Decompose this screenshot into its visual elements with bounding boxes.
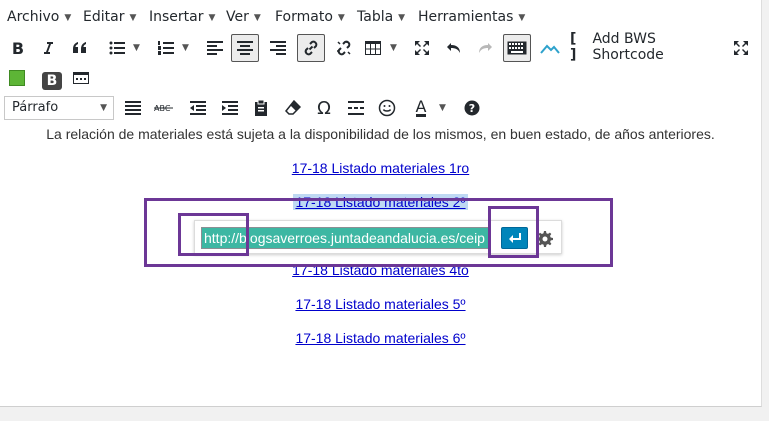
bullet-list-button[interactable] — [103, 34, 131, 62]
chevron-down-icon: ▼ — [337, 13, 345, 23]
unlink-icon — [337, 40, 351, 56]
shortcode-icon: [ ] — [570, 31, 577, 63]
link-listado-5[interactable]: 17-18 Listado materiales 5º — [295, 296, 465, 312]
undo-button[interactable] — [440, 34, 468, 62]
align-right-icon — [270, 41, 286, 55]
fullscreen-icon — [734, 41, 748, 55]
help-button[interactable]: ? — [458, 94, 486, 122]
chevron-down-icon[interactable]: ▼ — [133, 43, 140, 53]
outdent-icon — [190, 101, 206, 115]
numbered-list-icon — [158, 41, 174, 55]
chevron-down-icon: ▼ — [398, 13, 406, 23]
inline-link-toolbar: http://blogsaverroes.juntadeandalucia.es… — [194, 220, 562, 254]
link-options-button[interactable] — [534, 228, 556, 250]
help-icon: ? — [464, 100, 480, 116]
apply-link-button[interactable] — [501, 227, 528, 249]
align-right-button[interactable] — [264, 34, 292, 62]
mountain-icon — [540, 44, 560, 54]
blockquote-button[interactable] — [66, 34, 94, 62]
chevron-down-icon: ▼ — [518, 13, 526, 23]
outdent-button[interactable] — [184, 94, 212, 122]
chevron-down-icon[interactable]: ▼ — [390, 43, 397, 53]
b-badge-button[interactable]: B — [38, 67, 66, 95]
gear-icon — [537, 231, 553, 247]
special-character-button[interactable]: Ω — [310, 94, 338, 122]
chevron-down-icon[interactable]: ▼ — [439, 103, 446, 113]
quote-icon — [73, 42, 86, 53]
link-listado-1[interactable]: 17-18 Listado materiales 1ro — [292, 160, 469, 176]
link-listado-2-selected[interactable]: 17-18 Listado materiales 2º — [293, 194, 468, 210]
italic-button[interactable] — [34, 34, 62, 62]
chevron-down-icon: ▼ — [208, 13, 216, 23]
fullscreen-icon — [415, 41, 429, 55]
align-left-icon — [207, 41, 223, 55]
horizontal-line-button[interactable] — [119, 94, 147, 122]
text-color-button[interactable]: A — [407, 94, 435, 122]
chevron-down-icon: ▼ — [100, 103, 107, 113]
clipboard-icon — [255, 100, 267, 116]
green-square-icon — [9, 70, 25, 86]
link-listado-6[interactable]: 17-18 Listado materiales 6º — [295, 330, 465, 346]
enter-arrow-icon — [508, 233, 521, 243]
read-more-icon — [73, 72, 89, 84]
smiley-icon — [378, 99, 396, 117]
chevron-down-icon: ▼ — [129, 13, 137, 23]
indent-icon — [222, 101, 238, 115]
menu-tabla[interactable]: Tabla ▼ — [357, 8, 405, 26]
b-badge-icon: B — [42, 72, 62, 90]
shortcode-label: Add BWS Shortcode — [592, 31, 664, 63]
align-center-icon — [237, 41, 253, 55]
intro-paragraph: La relación de materiales está sujeta a … — [46, 126, 715, 142]
table-icon — [365, 41, 381, 55]
distraction-free-button[interactable] — [727, 34, 755, 62]
toolbar-toggle-button[interactable] — [503, 34, 531, 62]
format-select[interactable]: Párrafo ▼ — [4, 96, 114, 120]
menu-ver[interactable]: Ver ▼ — [226, 8, 261, 26]
align-left-button[interactable] — [201, 34, 229, 62]
page-break-icon — [348, 101, 364, 115]
menu-formato[interactable]: Formato ▼ — [275, 8, 345, 26]
link-listado-4[interactable]: 17-18 Listado materiales 4to — [292, 262, 469, 278]
bold-button[interactable]: B — [4, 34, 32, 62]
text-color-label: A — [415, 96, 427, 117]
menu-editar[interactable]: Editar ▼ — [83, 8, 136, 26]
chevron-down-icon: ▼ — [253, 13, 261, 23]
strikethrough-icon: ABC — [154, 104, 173, 113]
eraser-icon — [285, 100, 301, 115]
bullet-list-icon — [109, 41, 125, 55]
read-more-button[interactable] — [67, 64, 95, 92]
add-bws-shortcode-button[interactable]: [ ] Add BWS Shortcode — [566, 31, 722, 63]
editor-frame: Archivo ▼ Editar ▼ Insertar ▼ Ver ▼ Formato ▼… — [0, 0, 762, 407]
link-url-input[interactable]: http://blogsaverroes.juntadeandalucia.es… — [201, 227, 491, 249]
align-center-button[interactable] — [231, 34, 259, 62]
numbered-list-button[interactable] — [152, 34, 180, 62]
redo-icon — [479, 43, 492, 53]
emoticons-button[interactable] — [373, 94, 401, 122]
paste-text-button[interactable] — [247, 94, 275, 122]
italic-icon — [44, 42, 53, 54]
unlink-button[interactable] — [330, 34, 358, 62]
menubar: Archivo ▼ Editar ▼ Insertar ▼ Ver ▼ Formato ▼… — [0, 0, 761, 32]
justify-icon — [125, 101, 141, 115]
redo-button[interactable] — [471, 34, 499, 62]
menu-herramientas[interactable]: Herramientas ▼ — [418, 8, 525, 26]
menu-archivo[interactable]: Archivo ▼ — [7, 8, 71, 26]
undo-icon — [447, 43, 460, 53]
fullscreen-button[interactable] — [408, 34, 436, 62]
chevron-down-icon: ▼ — [64, 13, 72, 23]
keyboard-icon — [507, 41, 527, 55]
plugin-button[interactable] — [536, 34, 564, 62]
chevron-down-icon[interactable]: ▼ — [182, 43, 189, 53]
color-swatch-button[interactable] — [3, 64, 31, 92]
svg-text:?: ? — [469, 102, 475, 115]
link-icon — [304, 40, 318, 56]
insert-link-button[interactable] — [297, 34, 325, 62]
table-button[interactable] — [359, 34, 387, 62]
clear-formatting-button[interactable] — [279, 94, 307, 122]
menu-insertar[interactable]: Insertar ▼ — [149, 8, 215, 26]
strikethrough-button[interactable]: ABC — [150, 94, 178, 122]
indent-button[interactable] — [216, 94, 244, 122]
page-break-button[interactable] — [342, 94, 370, 122]
